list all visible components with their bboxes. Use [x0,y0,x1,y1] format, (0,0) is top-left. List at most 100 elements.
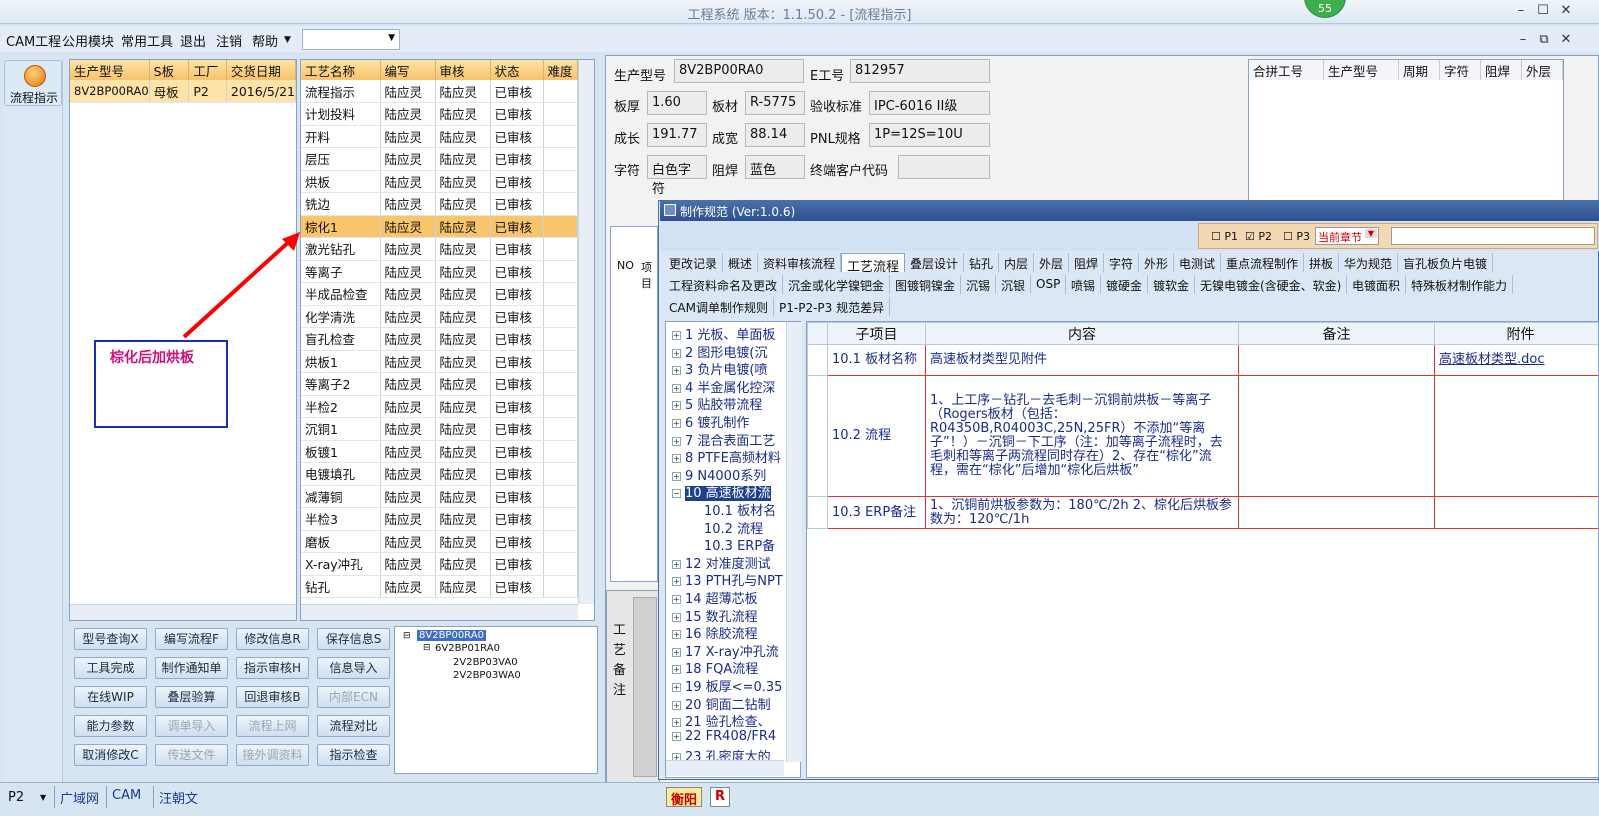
spec-row[interactable]: 10.1 板材名称 高速板材类型见附件 高速板材类型.doc [807,344,1598,376]
expand-icon[interactable]: + [672,559,681,569]
menu-dropdown-icon[interactable]: ▼ [284,35,291,45]
expand-icon[interactable]: + [672,366,681,376]
menu-common[interactable]: 公用模块 [62,31,114,50]
field-wid[interactable]: 88.14 [745,123,805,147]
tab[interactable]: 字符 [1104,253,1140,272]
taskbar-r[interactable]: R [710,787,731,807]
spec-tree-node[interactable]: +12 对准度测试 [672,553,771,572]
tab[interactable]: 沉银 [996,275,1032,294]
spec-tree-node[interactable]: −10 高速板材流 [672,482,771,502]
tree-node-root[interactable]: 8V2BP00RA0 [417,630,486,641]
field-pnl[interactable]: 1P=12S=10U [869,123,990,147]
spec-tree-hscroll[interactable] [666,760,784,776]
tab[interactable]: 镀硬金 [1101,275,1149,294]
expand-icon[interactable]: + [672,665,681,675]
tab[interactable]: 电镀面积 [1347,275,1407,294]
spec-tree-node[interactable]: +8 PTFE高频材料 [672,447,781,466]
process-row[interactable]: 电镀填孔 陆应灵 陆应灵 已审核 [301,462,578,486]
spec-tree-node[interactable]: +22 FR408/FR4 [672,729,776,744]
process-vscroll[interactable] [578,60,594,604]
action-button[interactable]: 指示检查 [317,744,390,766]
process-row[interactable]: 等离子2 陆应灵 陆应灵 已审核 [301,372,578,396]
col-merge[interactable]: 外层 [1521,60,1563,80]
tree-node[interactable]: 2V2BP03VA0 [453,657,518,668]
spec-tree-node[interactable]: 10.2 流程 [704,518,763,537]
action-button[interactable]: 保存信息S [317,628,390,650]
tree-node[interactable]: 2V2BP03WA0 [453,670,521,681]
mdi-close-icon[interactable]: ✕ [1555,32,1577,47]
spec-tree-node[interactable]: 10.1 板材名 [704,500,776,519]
tab[interactable]: 无镍电镀金(含硬金、软金) [1195,275,1348,294]
action-button[interactable]: 工具完成 [74,657,147,679]
col-process-name[interactable]: 工艺名称 [301,60,381,80]
taskbar-hengyang[interactable]: 衡阳 [666,787,703,808]
col-merge[interactable]: 周期 [1398,60,1441,80]
field-thick[interactable]: 1.60 [647,91,707,115]
menu-cam[interactable]: CAM工程 [6,31,61,50]
field-std[interactable]: IPC-6016 II级 [869,91,990,115]
expand-icon[interactable]: + [672,683,681,692]
spec-row[interactable]: 10.2 流程 1、上工序－钻孔－去毛刺－沉铜前烘板－等离子（Rogers板材（包… [807,375,1598,497]
process-row[interactable]: 沉铜1 陆应灵 陆应灵 已审核 [301,417,578,441]
spec-tree-node[interactable]: +6 镀孔制作 [672,412,749,431]
action-button[interactable]: 叠层验算 [155,686,228,708]
chevron-down-icon[interactable]: ▼ [40,793,46,802]
action-button[interactable]: 取消修改C [74,744,147,766]
action-button[interactable]: 指示审核H [236,657,309,679]
process-row[interactable]: 磨板 陆应灵 陆应灵 已审核 [301,530,578,553]
tab[interactable]: 重点流程制作 [1221,253,1305,272]
maximize-icon[interactable]: ☐ [1532,3,1554,18]
col-writer[interactable]: 编写 [380,60,436,80]
field-e[interactable]: 812957 [850,59,990,83]
expand-icon[interactable]: + [672,419,681,428]
order-hscroll[interactable] [70,604,296,620]
col-difficulty[interactable]: 难度 [543,60,578,80]
expand-icon[interactable]: + [672,731,681,741]
chapter-select[interactable]: 当前章节 ▼ [1315,227,1379,245]
expand-icon[interactable]: + [672,700,681,710]
col-attach[interactable]: 附件 [1434,322,1598,345]
tab[interactable]: 外层 [1034,253,1070,272]
menu-exit[interactable]: 退出 [180,31,206,50]
spec-tree-node[interactable]: +19 板厚<=0.35 [672,676,782,695]
process-row[interactable]: 开料 陆应灵 陆应灵 已审核 [301,125,578,148]
col-factory[interactable]: 工厂 [188,60,227,80]
field-model[interactable]: 8V2BP00RA0 [674,59,804,83]
tab[interactable]: 钻孔 [964,253,1000,272]
expand-icon[interactable]: + [672,348,681,358]
check-p2[interactable]: ☑ P2 [1245,230,1272,243]
tab[interactable]: 概述 [723,253,759,272]
col-item[interactable]: 项目 [641,259,657,291]
action-button[interactable]: 信息导入 [317,657,390,679]
tab[interactable]: 工程资料命名及更改 [664,275,784,294]
tab[interactable]: 工艺流程 [841,253,906,275]
process-row[interactable]: X-ray冲孔 陆应灵 陆应灵 已审核 [301,552,578,576]
process-row[interactable]: 激光钻孔 陆应灵 陆应灵 已审核 [301,237,578,261]
tab[interactable]: 更改记录 [664,253,724,272]
action-button[interactable]: 能力参数 [74,715,147,737]
action-button[interactable]: 编写流程F [155,628,228,650]
mdi-restore-icon[interactable]: ⧉ [1533,32,1555,47]
process-row[interactable]: 层压 陆应灵 陆应灵 已审核 [301,147,578,171]
menu-tools[interactable]: 常用工具 [121,31,173,50]
process-row[interactable]: 烘板 陆应灵 陆应灵 已审核 [301,170,578,193]
field-cust[interactable] [898,155,990,179]
spec-tree-node[interactable]: +16 除胶流程 [672,623,758,642]
spec-tree-node[interactable]: +3 负片电镀(喷 [672,359,767,378]
tab[interactable]: OSP [1031,275,1067,294]
col-merge[interactable]: 阻焊 [1480,60,1522,80]
spec-tree-node[interactable]: +14 超薄芯板 [672,588,758,607]
spec-tree-node[interactable]: +17 X-ray冲孔流 [672,641,779,660]
tab[interactable]: 内层 [999,253,1035,272]
col-model[interactable]: 生产型号 [70,60,150,80]
tab[interactable]: 拼板 [1304,253,1340,272]
spec-tree-node[interactable]: +1 光板、单面板 [672,324,775,343]
spec-tree-node[interactable]: +21 验孔检查、 [672,711,771,730]
col-s[interactable]: S板 [149,60,190,80]
expand-icon[interactable]: + [672,331,681,340]
action-button[interactable]: 内部ECN [317,686,390,708]
process-row[interactable]: 计划投料 陆应灵 陆应灵 已审核 [301,102,578,126]
tab[interactable]: 外形 [1139,253,1175,272]
expand-icon[interactable]: + [672,401,681,411]
menu-combo[interactable]: ▼ [302,29,400,50]
